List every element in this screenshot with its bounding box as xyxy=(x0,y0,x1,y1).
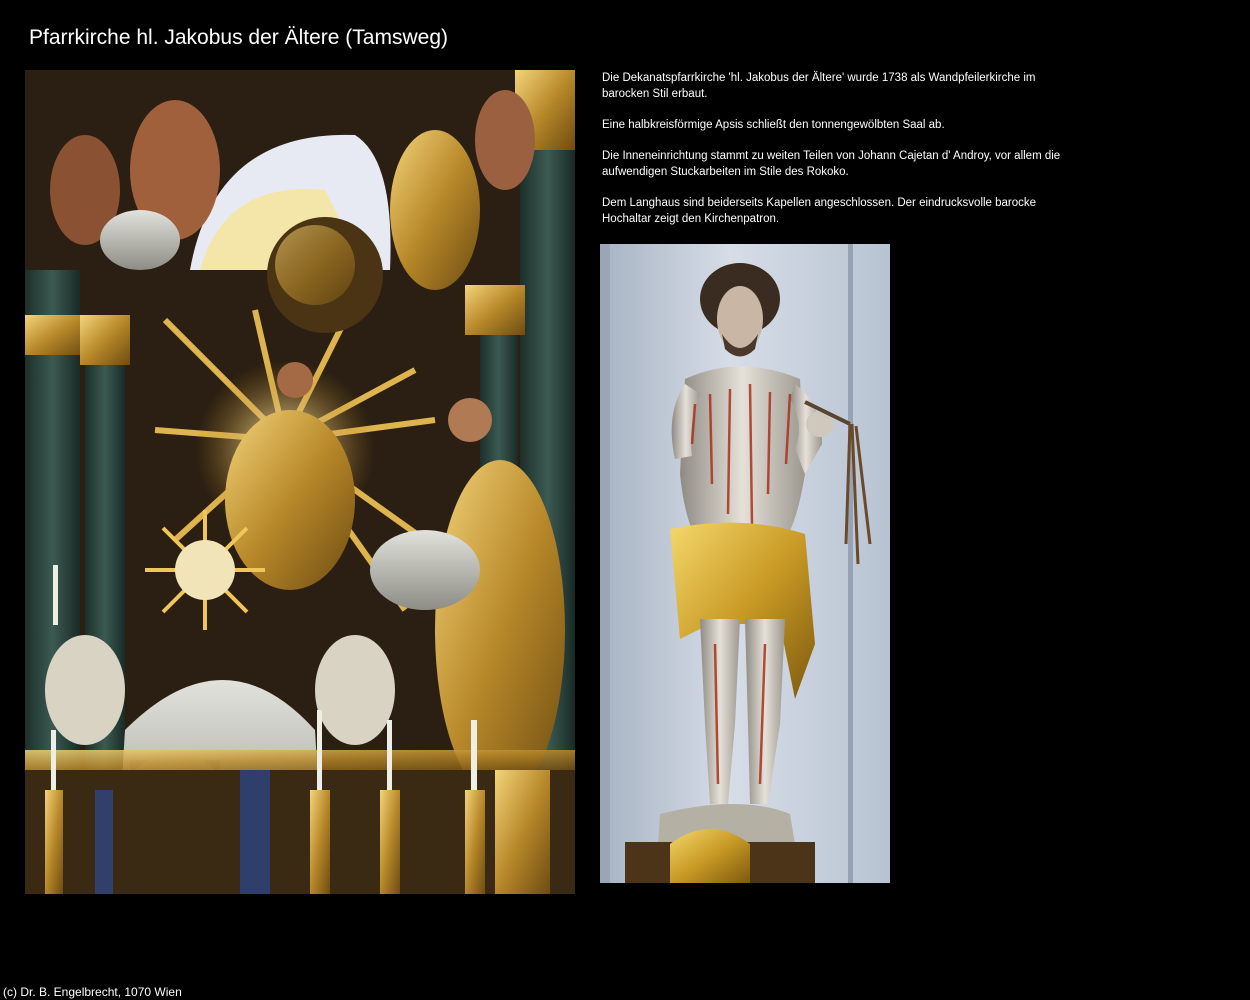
altar-photo xyxy=(25,70,575,894)
description-paragraph: Eine halbkreisförmige Apsis schließt den… xyxy=(602,119,945,131)
description-paragraph: Dem Langhaus sind beiderseits Kapellen a… xyxy=(602,197,1037,225)
description-text: Die Dekanatspfarrkirche 'hl. Jakobus der… xyxy=(602,70,1072,242)
description-paragraph: Die Inneneinrichtung stammt zu weiten Te… xyxy=(602,150,1061,178)
page-title: Pfarrkirche hl. Jakobus der Ältere (Tams… xyxy=(29,26,448,49)
statue-photo xyxy=(600,244,890,883)
copyright-notice: (c) Dr. B. Engelbrecht, 1070 Wien xyxy=(3,985,182,999)
description-paragraph: Die Dekanatspfarrkirche 'hl. Jakobus der… xyxy=(602,72,1036,100)
